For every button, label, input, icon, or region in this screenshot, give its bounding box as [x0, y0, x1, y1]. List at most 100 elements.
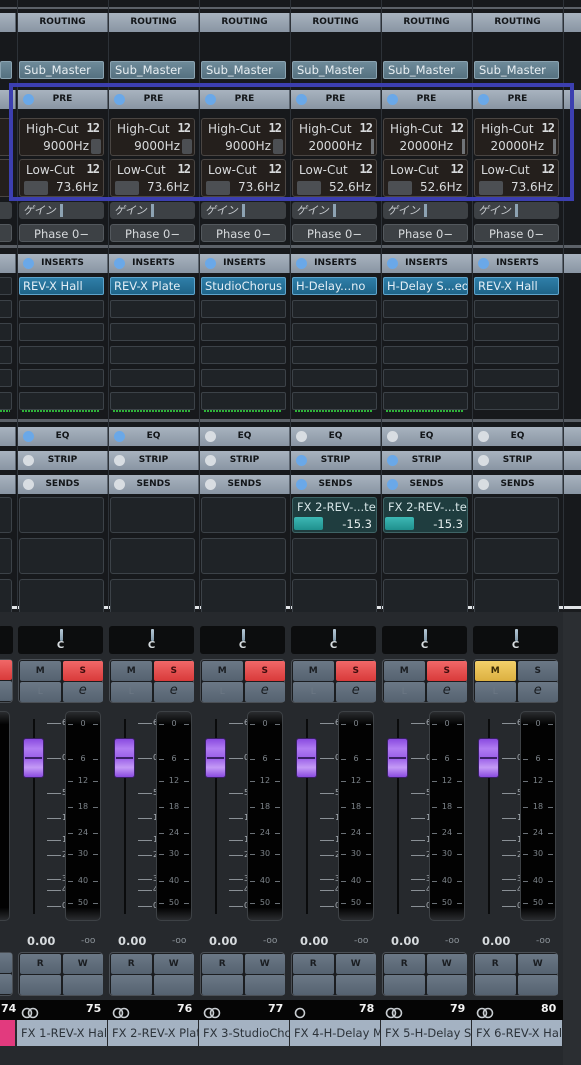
strip-enable-led[interactable]	[23, 455, 34, 466]
insert-slot-partial[interactable]	[0, 346, 12, 364]
low-cut-slope[interactable]: 12	[360, 162, 373, 176]
high-cut-filter[interactable]: High-Cut 12 9000Hz	[201, 118, 286, 156]
sends-enable-led[interactable]	[387, 479, 398, 490]
high-cut-slope[interactable]: 12	[87, 121, 100, 135]
write-automation-button[interactable]: W	[244, 954, 285, 974]
strip-header[interactable]: STRIP	[473, 451, 563, 470]
peak-readout[interactable]: -oo	[81, 936, 95, 946]
low-cut-filter[interactable]: Low-Cut 12 73.6Hz	[474, 159, 559, 197]
send-slot-3[interactable]	[292, 579, 377, 615]
listen-button[interactable]: L	[202, 682, 243, 702]
routing-button-partial[interactable]	[0, 61, 12, 79]
section-header-partial[interactable]	[0, 90, 16, 109]
low-cut-knob[interactable]	[479, 181, 503, 195]
insert-slot-1[interactable]: H-Delay...no	[292, 277, 377, 295]
eq-enable-led[interactable]	[296, 431, 307, 442]
channel-name[interactable]: FX 4-H-Delay M	[290, 1020, 381, 1046]
insert-slot-1[interactable]: REV-X Hall	[474, 277, 559, 295]
listen-button[interactable]: L	[111, 682, 152, 702]
solo-button[interactable]: S	[426, 661, 467, 681]
automation-extra-button[interactable]	[335, 975, 376, 995]
low-cut-slope[interactable]: 12	[451, 162, 464, 176]
inserts-enable-led[interactable]	[296, 258, 307, 269]
routing-output-button[interactable]: Sub_Master	[110, 61, 195, 79]
high-cut-knob[interactable]	[273, 139, 283, 154]
section-header-partial[interactable]	[0, 13, 16, 32]
mute-button[interactable]: M	[20, 661, 61, 681]
volume-readout[interactable]: 0.00	[209, 934, 237, 948]
high-cut-filter[interactable]: High-Cut 12 9000Hz	[19, 118, 104, 156]
insert-slot-3[interactable]	[201, 323, 286, 341]
send-slot-2[interactable]	[474, 538, 559, 574]
eq-header[interactable]: EQ	[200, 427, 290, 446]
listen-button[interactable]: L	[384, 682, 425, 702]
insert-slot-2[interactable]	[19, 300, 104, 318]
edit-channel-button[interactable]: e	[244, 682, 285, 702]
high-cut-slope[interactable]: 12	[178, 121, 191, 135]
eq-header[interactable]: EQ	[473, 427, 563, 446]
channel-name[interactable]: FX 5-H-Delay St	[381, 1020, 472, 1046]
automation-extra-button[interactable]	[153, 975, 194, 995]
listen-button[interactable]: L	[475, 682, 516, 702]
insert-slot-4[interactable]	[474, 346, 559, 364]
solo-button-partial[interactable]	[0, 660, 12, 680]
automation-extra-button[interactable]	[384, 975, 425, 995]
pre-header[interactable]: PRE	[291, 90, 381, 109]
gain-slider[interactable]: ゲイン	[383, 202, 468, 219]
phase-button[interactable]: Phase 0−	[19, 224, 104, 242]
gain-slider[interactable]: ゲイン	[292, 202, 377, 219]
routing-header[interactable]: ROUTING	[473, 13, 563, 32]
eq-header[interactable]: EQ	[18, 427, 108, 446]
insert-slot-5[interactable]	[19, 369, 104, 387]
send-slot-partial[interactable]	[0, 497, 12, 533]
pre-header[interactable]: PRE	[18, 90, 108, 109]
edit-channel-button[interactable]: e	[517, 682, 558, 702]
strip-enable-led[interactable]	[296, 455, 307, 466]
send-slot-1[interactable]	[110, 497, 195, 533]
channel-name[interactable]: FX 3-StudioCho	[199, 1020, 290, 1046]
insert-slot-2[interactable]	[201, 300, 286, 318]
peak-readout[interactable]: -oo	[536, 936, 550, 946]
low-cut-knob[interactable]	[115, 181, 139, 195]
read-automation-button[interactable]: R	[111, 954, 152, 974]
insert-slot-4[interactable]	[383, 346, 468, 364]
strip-header[interactable]: STRIP	[18, 451, 108, 470]
inserts-enable-led[interactable]	[114, 258, 125, 269]
pre-header[interactable]: PRE	[473, 90, 563, 109]
volume-readout[interactable]: 0.00	[482, 934, 510, 948]
write-button-partial[interactable]	[0, 953, 12, 973]
send-level-bar[interactable]	[294, 517, 323, 530]
routing-header[interactable]: ROUTING	[382, 13, 472, 32]
read-automation-button[interactable]: R	[20, 954, 61, 974]
insert-slot-6[interactable]	[110, 392, 195, 410]
strip-header[interactable]: STRIP	[200, 451, 290, 470]
insert-slot-3[interactable]	[383, 323, 468, 341]
sends-header[interactable]: SENDS	[200, 475, 290, 494]
mute-button[interactable]: M	[384, 661, 425, 681]
pre-header[interactable]: PRE	[200, 90, 290, 109]
volume-fader-handle[interactable]	[115, 738, 134, 777]
send-slot-2[interactable]	[383, 538, 468, 574]
low-cut-filter[interactable]: Low-Cut 12 73.6Hz	[201, 159, 286, 197]
send-slot-3[interactable]	[474, 579, 559, 615]
routing-header[interactable]: ROUTING	[18, 13, 108, 32]
automation-extra-partial[interactable]	[0, 974, 12, 994]
high-cut-partial[interactable]	[0, 118, 12, 156]
send-slot-partial[interactable]	[0, 579, 12, 615]
sends-header[interactable]: SENDS	[382, 475, 472, 494]
inserts-header[interactable]: INSERTS	[109, 254, 199, 273]
insert-slot-4[interactable]	[201, 346, 286, 364]
pan-control[interactable]: C	[18, 626, 103, 654]
insert-slot-4[interactable]	[110, 346, 195, 364]
automation-extra-button[interactable]	[517, 975, 558, 995]
eq-enable-led[interactable]	[114, 431, 125, 442]
automation-extra-button[interactable]	[426, 975, 467, 995]
edit-channel-button[interactable]: e	[153, 682, 194, 702]
phase-button[interactable]: Phase 0−	[292, 224, 377, 242]
insert-slot-5[interactable]	[201, 369, 286, 387]
insert-slot-3[interactable]	[110, 323, 195, 341]
high-cut-knob[interactable]	[91, 139, 101, 154]
insert-slot-6[interactable]	[474, 392, 559, 410]
phase-button[interactable]: Phase 0−	[201, 224, 286, 242]
insert-slot-1[interactable]: REV-X Plate	[110, 277, 195, 295]
